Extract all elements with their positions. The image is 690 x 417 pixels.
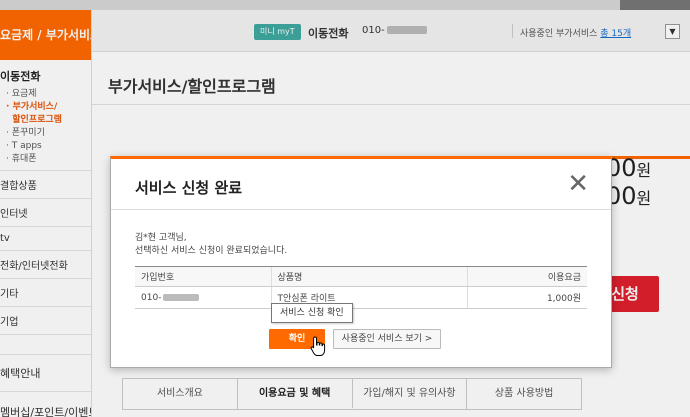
subscription-table: 가입번호 상품명 이용요금 010- T안심폰 라이트 1,000원 bbox=[135, 266, 587, 309]
greeting-line2: 선택하신 서비스 신청이 완료되었습니다. bbox=[135, 246, 288, 256]
column-header-number: 가입번호 bbox=[135, 266, 271, 287]
greeting-line1: 김*현 고객님, bbox=[135, 233, 187, 243]
column-header-fee: 이용요금 bbox=[466, 266, 587, 287]
modal-divider bbox=[111, 209, 611, 210]
close-icon[interactable]: ✕ bbox=[567, 171, 589, 197]
table-row: 010- T안심폰 라이트 1,000원 bbox=[135, 286, 587, 309]
cell-number: 010- bbox=[135, 286, 271, 309]
column-header-product: 상품명 bbox=[270, 266, 467, 287]
masked-number bbox=[163, 293, 200, 301]
service-complete-modal: 서비스 신청 완료 ✕ 김*현 고객님, 선택하신 서비스 신청이 완료되었습니… bbox=[110, 156, 612, 368]
modal-title: 서비스 신청 완료 bbox=[135, 179, 243, 197]
hand-cursor-icon bbox=[310, 336, 326, 356]
number-prefix: 010- bbox=[141, 292, 162, 303]
tooltip: 서비스 신청 확인 bbox=[271, 303, 353, 323]
table-header-row: 가입번호 상품명 이용요금 bbox=[135, 266, 587, 287]
cell-fee: 1,000원 bbox=[466, 286, 587, 309]
view-services-button[interactable]: 사용중인 서비스 보기 > bbox=[333, 329, 441, 349]
